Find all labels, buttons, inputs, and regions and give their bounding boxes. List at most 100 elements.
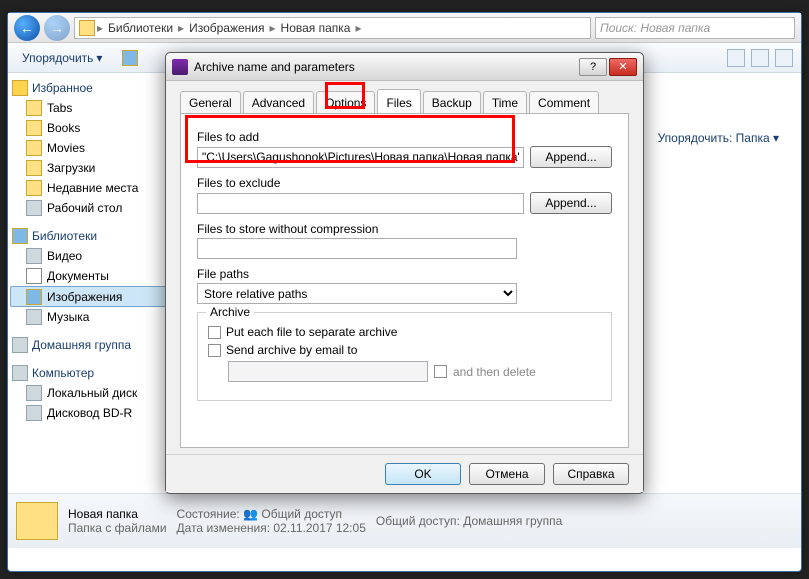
tab-panel: Files to add Append... Files to exclude …: [180, 113, 629, 448]
files-to-exclude-label: Files to exclude: [197, 176, 612, 190]
tab-backup[interactable]: Backup: [423, 91, 481, 113]
view-button[interactable]: [727, 49, 745, 67]
sidebar-item-recent[interactable]: Недавние места: [10, 178, 170, 198]
files-to-store-input[interactable]: [197, 238, 517, 259]
cb-separate-row[interactable]: Put each file to separate archive: [208, 325, 601, 339]
breadcrumb[interactable]: Библиотеки: [105, 21, 176, 35]
archive-dialog: Archive name and parameters ? ✕ General …: [165, 52, 644, 494]
computer-icon: [12, 365, 28, 381]
dialog-tabs: General Advanced Options Files Backup Ti…: [180, 89, 629, 113]
cb-email-row[interactable]: Send archive by email to: [208, 343, 601, 357]
sidebar-homegroup-header[interactable]: Домашняя группа: [10, 335, 170, 355]
sidebar-item-bdrom[interactable]: Дисковод BD-R: [10, 403, 170, 423]
search-input[interactable]: Поиск: Новая папка: [595, 17, 795, 39]
breadcrumb[interactable]: Новая папка: [278, 21, 354, 35]
sidebar-libraries-header[interactable]: Библиотеки: [10, 226, 170, 246]
sort-dropdown[interactable]: Папка: [736, 131, 770, 145]
ok-button[interactable]: OK: [385, 463, 461, 485]
folder-icon: [26, 120, 42, 136]
folder-icon: [26, 100, 42, 116]
chevron-right-icon: ▸: [355, 21, 361, 35]
chevron-right-icon: ▸: [97, 21, 103, 35]
files-to-exclude-input[interactable]: [197, 193, 524, 214]
file-paths-select[interactable]: Store relative paths: [197, 283, 517, 304]
sidebar-item-music[interactable]: Музыка: [10, 307, 170, 327]
detail-name: Новая папка: [68, 507, 167, 521]
sidebar-item-tabs[interactable]: Tabs: [10, 98, 170, 118]
dialog-titlebar[interactable]: Archive name and parameters ? ✕: [166, 53, 643, 81]
document-icon: [26, 268, 42, 284]
breadcrumb[interactable]: Изображения: [186, 21, 267, 35]
image-icon: [26, 289, 42, 305]
organize-button[interactable]: Упорядочить ▾: [16, 48, 108, 68]
toolbar-right: [727, 49, 793, 67]
music-icon: [26, 309, 42, 325]
preview-pane-button[interactable]: [751, 49, 769, 67]
drive-icon: [26, 385, 42, 401]
organize-label: Упорядочить: [22, 51, 93, 65]
cancel-button[interactable]: Отмена: [469, 463, 545, 485]
file-paths-label: File paths: [197, 267, 612, 281]
sidebar-item-local-disk[interactable]: Локальный диск: [10, 383, 170, 403]
tab-comment[interactable]: Comment: [529, 91, 599, 113]
sidebar: Избранное Tabs Books Movies Загрузки Нед…: [8, 73, 173, 493]
folder-icon: [79, 20, 95, 36]
dialog-title: Archive name and parameters: [194, 60, 355, 74]
checkbox-icon[interactable]: [208, 326, 221, 339]
desktop-icon: [26, 200, 42, 216]
folder-icon: [26, 140, 42, 156]
tab-files[interactable]: Files: [377, 89, 420, 113]
then-delete-label: and then delete: [453, 365, 536, 379]
disc-icon: [26, 405, 42, 421]
sidebar-item-books[interactable]: Books: [10, 118, 170, 138]
detail-meta: Новая папка Папка с файлами: [68, 507, 167, 535]
library-icon: [12, 228, 28, 244]
folder-thumbnail: [16, 502, 58, 540]
sidebar-item-downloads[interactable]: Загрузки: [10, 158, 170, 178]
sidebar-item-images[interactable]: Изображения: [10, 286, 173, 307]
detail-type: Папка с файлами: [68, 521, 167, 535]
search-placeholder: Поиск: Новая папка: [600, 21, 710, 35]
archive-group: Archive Put each file to separate archiv…: [197, 312, 612, 401]
folder-icon: [26, 160, 42, 176]
homegroup-icon: [12, 337, 28, 353]
back-button[interactable]: ←: [14, 15, 40, 41]
sort-row: Упорядочить: Папка ▾: [658, 131, 779, 145]
winrar-icon: [172, 59, 188, 75]
chevron-right-icon: ▸: [270, 21, 276, 35]
close-button[interactable]: ✕: [609, 58, 637, 76]
help-button[interactable]: [775, 49, 793, 67]
chevron-right-icon: ▸: [178, 21, 184, 35]
help-button[interactable]: Справка: [553, 463, 629, 485]
library-icon: [122, 50, 138, 66]
star-icon: [12, 80, 28, 96]
sidebar-item-documents[interactable]: Документы: [10, 266, 170, 286]
sidebar-computer-header[interactable]: Компьютер: [10, 363, 170, 383]
email-input: [228, 361, 428, 382]
tab-options[interactable]: Options: [316, 91, 375, 113]
toolbar-icon-button[interactable]: [116, 47, 144, 69]
checkbox-icon[interactable]: [208, 344, 221, 357]
group-legend: Archive: [206, 305, 254, 319]
tab-general[interactable]: General: [180, 91, 241, 113]
tab-time[interactable]: Time: [483, 91, 527, 113]
sidebar-item-movies[interactable]: Movies: [10, 138, 170, 158]
folder-icon: [26, 180, 42, 196]
nav-bar: ← → ▸ Библиотеки ▸ Изображения ▸ Новая п…: [8, 13, 801, 43]
detail-pane: Новая папка Папка с файлами Состояние: 👥…: [8, 493, 801, 548]
append-button-1[interactable]: Append...: [530, 146, 612, 168]
append-button-2[interactable]: Append...: [530, 192, 612, 214]
files-to-add-label: Files to add: [197, 130, 612, 144]
files-to-add-input[interactable]: [197, 147, 524, 168]
files-to-store-label: Files to store without compression: [197, 222, 612, 236]
dialog-footer: OK Отмена Справка: [166, 454, 643, 492]
checkbox-icon: [434, 365, 447, 378]
video-icon: [26, 248, 42, 264]
sidebar-favorites-header[interactable]: Избранное: [10, 78, 170, 98]
sidebar-item-video[interactable]: Видео: [10, 246, 170, 266]
tab-advanced[interactable]: Advanced: [243, 91, 314, 113]
breadcrumb-bar[interactable]: ▸ Библиотеки ▸ Изображения ▸ Новая папка…: [74, 17, 591, 39]
sidebar-item-desktop[interactable]: Рабочий стол: [10, 198, 170, 218]
help-button[interactable]: ?: [579, 58, 607, 76]
forward-button[interactable]: →: [44, 15, 70, 41]
